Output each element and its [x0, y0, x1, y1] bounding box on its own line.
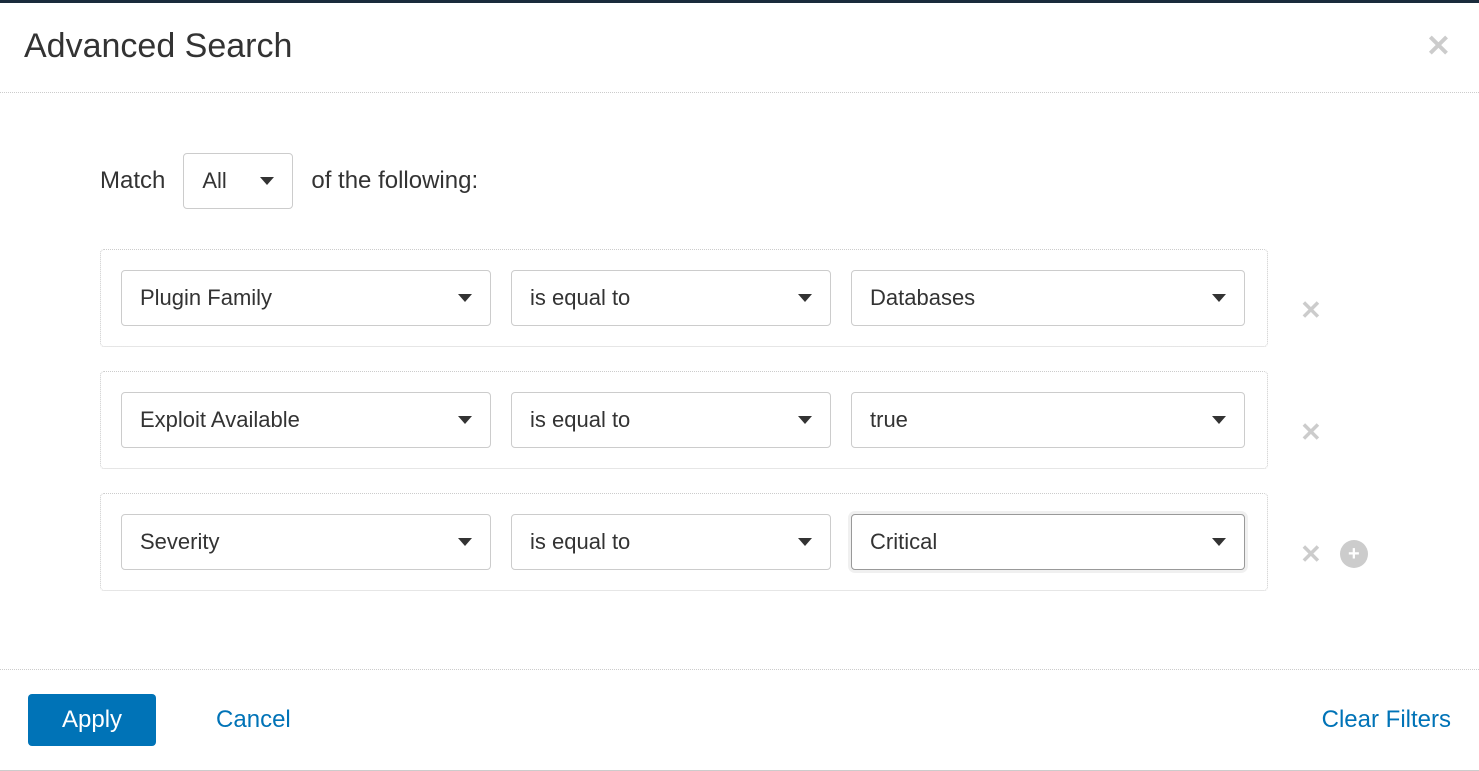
match-mode-value: All — [202, 168, 226, 194]
filter-row-wrap: Severity is equal to Critical ✕ + — [100, 493, 1399, 615]
filter-field-select[interactable]: Plugin Family — [121, 270, 491, 326]
filter-row: Plugin Family is equal to Databases — [100, 249, 1268, 347]
cancel-button[interactable]: Cancel — [216, 706, 291, 734]
filter-value-select[interactable]: true — [851, 392, 1245, 448]
modal-title: Advanced Search — [24, 27, 292, 66]
filter-field-value: Severity — [140, 529, 219, 555]
filter-value-value: Databases — [870, 285, 975, 311]
filter-field-select[interactable]: Severity — [121, 514, 491, 570]
modal-header: Advanced Search ✕ — [0, 3, 1479, 93]
filter-row: Severity is equal to Critical — [100, 493, 1268, 591]
filter-row-actions: ✕ — [1300, 419, 1322, 445]
chevron-down-icon — [1212, 294, 1226, 302]
filter-value-select[interactable]: Critical — [851, 514, 1245, 570]
filter-operator-select[interactable]: is equal to — [511, 514, 831, 570]
filter-operator-value: is equal to — [530, 407, 630, 433]
filter-operator-value: is equal to — [530, 285, 630, 311]
chevron-down-icon — [458, 416, 472, 424]
apply-button[interactable]: Apply — [28, 694, 156, 746]
match-prefix-label: Match — [100, 167, 165, 195]
clear-filters-button[interactable]: Clear Filters — [1322, 706, 1451, 734]
modal-footer: Apply Cancel Clear Filters — [0, 669, 1479, 771]
filter-field-value: Exploit Available — [140, 407, 300, 433]
chevron-down-icon — [260, 177, 274, 185]
remove-filter-icon[interactable]: ✕ — [1300, 541, 1322, 567]
footer-left: Apply Cancel — [28, 694, 291, 746]
filter-row-actions: ✕ — [1300, 297, 1322, 323]
filter-row-actions: ✕ + — [1300, 540, 1368, 568]
add-filter-icon[interactable]: + — [1340, 540, 1368, 568]
filter-row: Exploit Available is equal to true — [100, 371, 1268, 469]
advanced-search-modal: Advanced Search ✕ Match All of the follo… — [0, 3, 1479, 771]
chevron-down-icon — [798, 294, 812, 302]
modal-body: Match All of the following: Plugin Famil… — [0, 93, 1479, 669]
chevron-down-icon — [798, 538, 812, 546]
filter-value-value: true — [870, 407, 908, 433]
match-mode-select[interactable]: All — [183, 153, 293, 209]
filter-field-value: Plugin Family — [140, 285, 272, 311]
remove-filter-icon[interactable]: ✕ — [1300, 297, 1322, 323]
chevron-down-icon — [1212, 538, 1226, 546]
chevron-down-icon — [458, 538, 472, 546]
filter-row-wrap: Exploit Available is equal to true ✕ — [100, 371, 1399, 493]
chevron-down-icon — [458, 294, 472, 302]
filter-operator-select[interactable]: is equal to — [511, 392, 831, 448]
filter-operator-select[interactable]: is equal to — [511, 270, 831, 326]
filter-row-wrap: Plugin Family is equal to Databases ✕ — [100, 249, 1399, 371]
filter-value-value: Critical — [870, 529, 937, 555]
close-icon[interactable]: ✕ — [1426, 32, 1451, 62]
chevron-down-icon — [1212, 416, 1226, 424]
filter-value-select[interactable]: Databases — [851, 270, 1245, 326]
match-condition-row: Match All of the following: — [100, 153, 1399, 209]
chevron-down-icon — [798, 416, 812, 424]
filter-operator-value: is equal to — [530, 529, 630, 555]
remove-filter-icon[interactable]: ✕ — [1300, 419, 1322, 445]
filter-field-select[interactable]: Exploit Available — [121, 392, 491, 448]
match-suffix-label: of the following: — [311, 167, 478, 195]
